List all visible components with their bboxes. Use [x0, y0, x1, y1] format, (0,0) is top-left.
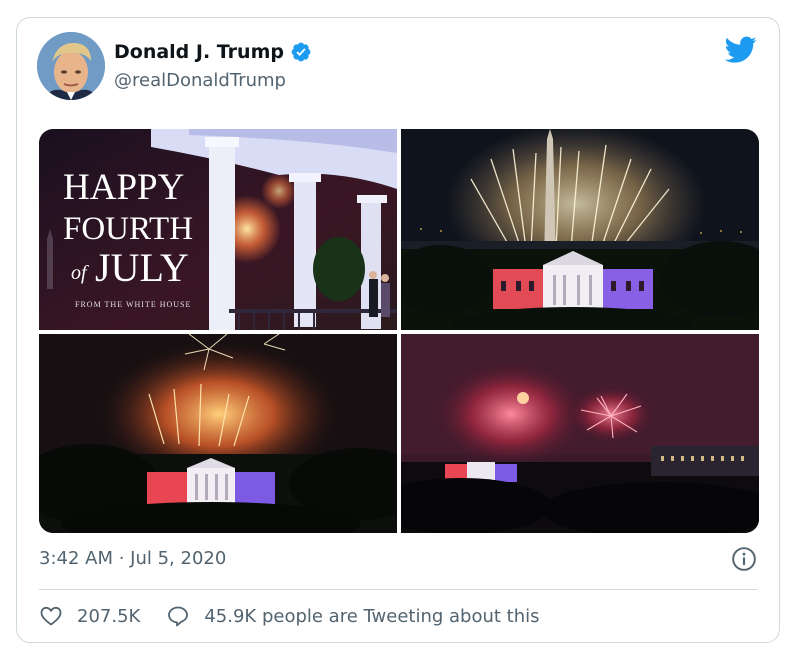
- author-handle[interactable]: @realDonaldTrump: [114, 70, 286, 91]
- heart-icon: [40, 606, 62, 626]
- verified-badge-icon: [291, 42, 311, 62]
- banner-line-3-small: of: [71, 262, 89, 284]
- media-image-fireworks-red[interactable]: [39, 334, 397, 533]
- media-grid: HAPPY FOURTH of JULY FROM THE WHITE HOUS…: [39, 129, 759, 533]
- speech-bubble-icon: [168, 606, 189, 627]
- avatar[interactable]: [37, 32, 105, 100]
- info-icon[interactable]: [731, 546, 757, 572]
- banner-line-1: HAPPY: [63, 167, 184, 208]
- author-row[interactable]: Donald J. Trump: [114, 41, 312, 63]
- banner-caption: FROM THE WHITE HOUSE: [75, 300, 191, 309]
- divider: [39, 589, 757, 590]
- tweeting-about-text: 45.9K people are Tweeting about this: [204, 605, 540, 627]
- media-image-fireworks-monument[interactable]: [401, 129, 759, 330]
- media-image-banner[interactable]: HAPPY FOURTH of JULY FROM THE WHITE HOUS…: [39, 129, 397, 330]
- twitter-bird-icon[interactable]: [725, 36, 757, 64]
- tweet-timestamp[interactable]: 3:42 AM · Jul 5, 2020: [39, 548, 226, 569]
- like-button[interactable]: 207.5K: [39, 604, 140, 628]
- banner-line-2: FOURTH: [63, 211, 193, 247]
- tweet-card: Donald J. Trump @realDonaldTrump HAPPY F…: [16, 17, 780, 643]
- like-count: 207.5K: [77, 605, 141, 627]
- action-bar: 207.5K 45.9K people are Tweeting about t…: [39, 604, 540, 628]
- media-image-fireworks-wide[interactable]: [401, 334, 759, 533]
- author-name[interactable]: Donald J. Trump: [114, 41, 284, 63]
- tweeting-about-link[interactable]: 45.9K people are Tweeting about this: [166, 604, 540, 628]
- banner-line-3: JULY: [95, 245, 189, 290]
